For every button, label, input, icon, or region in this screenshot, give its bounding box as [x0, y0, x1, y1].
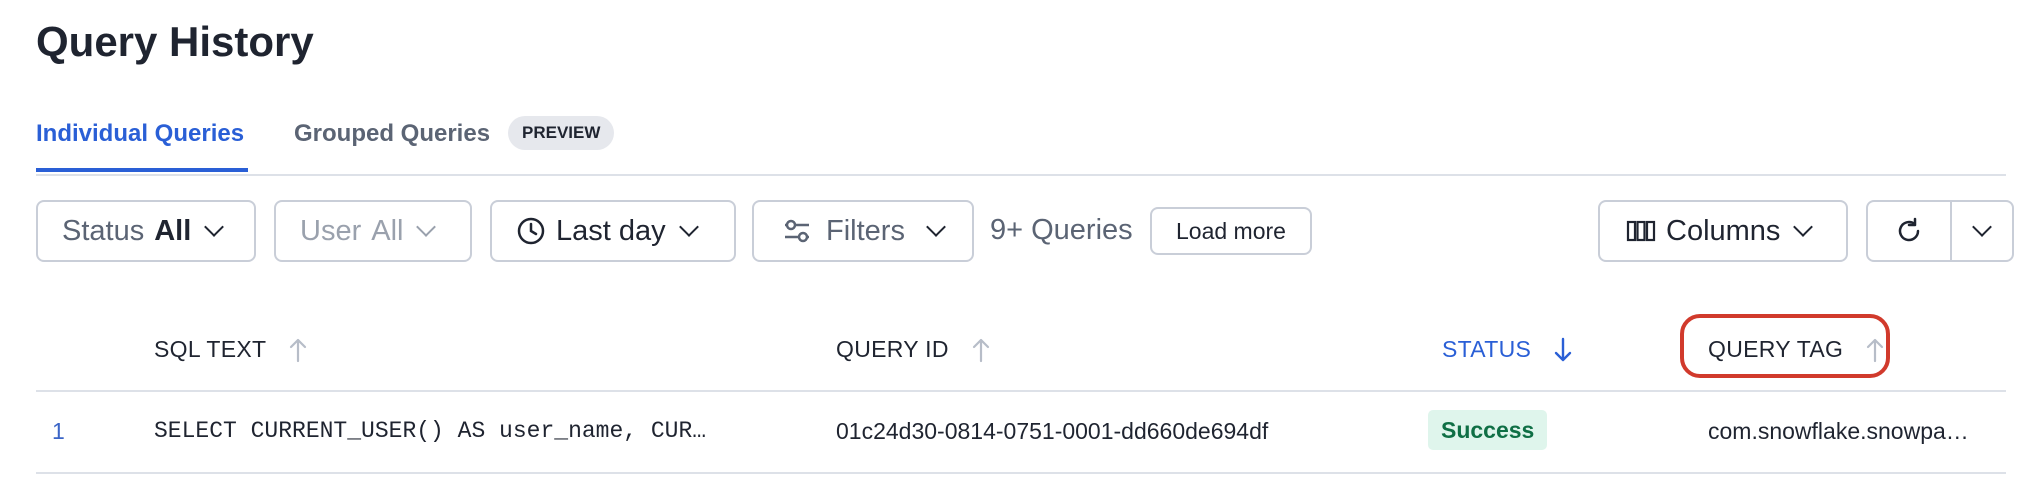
chevron-down-icon [678, 217, 699, 237]
query-tag-highlight-annotation [1680, 314, 1890, 378]
load-more-button[interactable]: Load more [1150, 207, 1312, 255]
column-header-label: QUERY ID [836, 336, 949, 362]
sort-up-arrow-icon [290, 338, 307, 362]
columns-icon [1626, 220, 1656, 242]
filters-label: Filters [826, 214, 905, 247]
time-range-label: Last day [556, 214, 666, 247]
chevron-down-icon [416, 217, 437, 237]
chevron-down-icon [926, 217, 946, 237]
status-filter-button[interactable]: Status All [36, 200, 256, 262]
time-range-button[interactable]: Last day [490, 200, 736, 262]
status-filter-value: All [154, 214, 192, 247]
column-header-status[interactable]: STATUS [1442, 336, 1573, 363]
user-filter-value: All [371, 214, 404, 247]
sql-text-cell[interactable]: SELECT CURRENT_USER() AS user_name, CUR… [154, 418, 706, 444]
query-id-cell[interactable]: 01c24d30-0814-0751-0001-dd660de694df [836, 418, 1268, 445]
column-header-sql-text[interactable]: SQL TEXT [154, 336, 308, 363]
active-tab-indicator [36, 168, 248, 172]
user-filter-button[interactable]: User All [274, 200, 472, 262]
clock-icon [517, 217, 545, 245]
refresh-icon [1898, 217, 1920, 242]
column-header-label: STATUS [1442, 336, 1532, 362]
more-options-dropdown[interactable] [1950, 200, 2014, 262]
tab-grouped-queries[interactable]: Grouped Queries [294, 120, 490, 148]
tab-bar: Individual Queries Grouped Queries PREVI… [36, 100, 2006, 176]
columns-label: Columns [1666, 214, 1781, 247]
chevron-down-icon [1793, 217, 1814, 237]
filters-icon [785, 219, 809, 243]
filters-button[interactable]: Filters [752, 200, 974, 262]
query-tag-cell[interactable]: com.snowflake.snowpa… [1708, 418, 1969, 445]
table-header-divider [36, 390, 2006, 392]
columns-button[interactable]: Columns [1598, 200, 1848, 262]
sort-up-arrow-icon [972, 338, 989, 362]
preview-badge: PREVIEW [508, 116, 615, 150]
sort-down-arrow-icon [1554, 337, 1572, 361]
user-filter-label: User [300, 214, 362, 247]
status-filter-label: Status [62, 214, 145, 247]
chevron-down-icon [1972, 217, 1992, 237]
tab-individual-queries[interactable]: Individual Queries [36, 120, 244, 148]
refresh-button[interactable] [1866, 200, 1952, 262]
column-header-query-id[interactable]: QUERY ID [836, 336, 991, 363]
row-divider [36, 472, 2006, 474]
chevron-down-icon [204, 217, 225, 237]
row-number: 1 [52, 418, 65, 444]
page-title: Query History [36, 18, 314, 65]
column-header-label: SQL TEXT [154, 336, 267, 362]
status-badge: Success [1428, 410, 1548, 450]
query-count: 9+ Queries [990, 214, 1133, 246]
